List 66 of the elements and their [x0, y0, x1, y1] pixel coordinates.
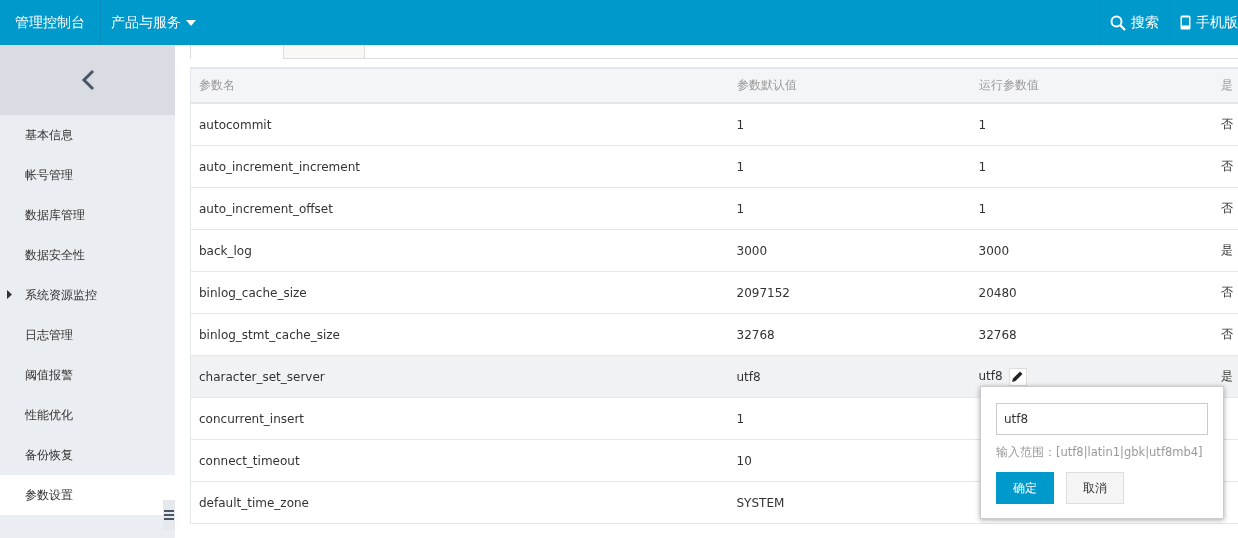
table-cell: binlog_stmt_cache_size: [199, 327, 340, 342]
table-cell: SYSTEM: [736, 495, 785, 510]
value-field[interactable]: utf8: [996, 403, 1208, 435]
sidebar-item[interactable]: 阈值报警: [0, 355, 175, 395]
table-cell: 否: [1220, 284, 1233, 301]
table-cell: character_set_server: [199, 369, 325, 384]
table-cell: autocommit: [199, 117, 272, 132]
table-cell: auto_increment_increment: [199, 159, 360, 174]
caret-icon: [186, 19, 196, 26]
table-cell: 32768: [978, 327, 1017, 342]
collapse-handle[interactable]: [163, 500, 175, 530]
sidebar-item[interactable]: 备份恢复: [0, 435, 175, 475]
table-cell: utf8: [736, 369, 761, 384]
list-icon: [164, 510, 174, 520]
table-cell: 1: [736, 201, 745, 216]
sidebar-item[interactable]: 数据安全性: [0, 235, 175, 275]
table-cell: 1: [736, 117, 745, 132]
table-cell: 是: [1220, 242, 1233, 259]
table-cell: 否: [1220, 326, 1233, 343]
table-row[interactable]: autocommit 1 1 否: [190, 103, 1238, 146]
table-cell: 1: [736, 411, 745, 426]
search-icon: [1110, 14, 1126, 31]
column-header: 运行参数值: [978, 77, 1039, 94]
sidebar-item[interactable]: 日志管理: [0, 315, 175, 355]
table-cell: concurrent_insert: [199, 411, 305, 426]
table-row[interactable]: auto_increment_increment 1 1 否: [190, 145, 1238, 188]
table-cell: 10: [736, 453, 752, 468]
table-cell: 1: [978, 159, 987, 174]
back-icon[interactable]: [80, 69, 95, 91]
table-cell: 20480: [978, 285, 1017, 300]
table-cell: 否: [1220, 116, 1233, 133]
table-cell: default_time_zone: [199, 495, 309, 510]
input-range-hint: 输入范围：[utf8|latin1|gbk|utf8mb4]: [996, 445, 1203, 460]
sidebar-item[interactable]: 性能优化: [0, 395, 175, 435]
sidebar-item[interactable]: 基本信息: [0, 115, 175, 155]
column-header: 是: [1220, 77, 1233, 94]
sidebar-item[interactable]: 参数设置: [0, 475, 175, 515]
table-row[interactable]: binlog_stmt_cache_size 32768 32768 否: [190, 313, 1238, 356]
table-cell: binlog_cache_size: [199, 285, 307, 300]
table-cell: 是: [1220, 368, 1233, 385]
table-cell: auto_increment_offset: [199, 201, 333, 216]
table-cell: 32768: [736, 327, 775, 342]
table-cell: 否: [1220, 200, 1233, 217]
column-header: 参数名: [199, 77, 235, 94]
sidebar-item[interactable]: 系统资源监控: [0, 275, 175, 315]
table-row[interactable]: character_set_server utf8 utf8 是: [190, 355, 1238, 398]
column-header: 参数默认值: [736, 77, 797, 94]
table-row[interactable]: back_log 3000 3000 是: [190, 229, 1238, 272]
table-cell: 3000: [736, 243, 768, 258]
table-cell: 1: [978, 117, 987, 132]
sidebar-item[interactable]: 数据库管理: [0, 195, 175, 235]
table-cell: utf8: [978, 369, 1003, 383]
table-cell: 3000: [978, 243, 1010, 258]
cancel-button[interactable]: 取消: [1066, 472, 1124, 504]
table-row[interactable]: binlog_cache_size 2097152 20480 否: [190, 271, 1238, 314]
table-cell: 1: [736, 159, 745, 174]
table-cell: back_log: [199, 243, 252, 258]
sidebar-item[interactable]: 帐号管理: [0, 155, 175, 195]
table-cell: 否: [1220, 158, 1233, 175]
table-cell: 1: [978, 201, 987, 216]
edit-button[interactable]: [1008, 367, 1027, 386]
table-cell: 2097152: [736, 285, 790, 300]
table-cell: connect_timeout: [199, 453, 300, 468]
phone-icon: [1180, 15, 1191, 30]
table-row[interactable]: auto_increment_offset 1 1 否: [190, 187, 1238, 230]
pencil-icon: [1012, 371, 1024, 382]
